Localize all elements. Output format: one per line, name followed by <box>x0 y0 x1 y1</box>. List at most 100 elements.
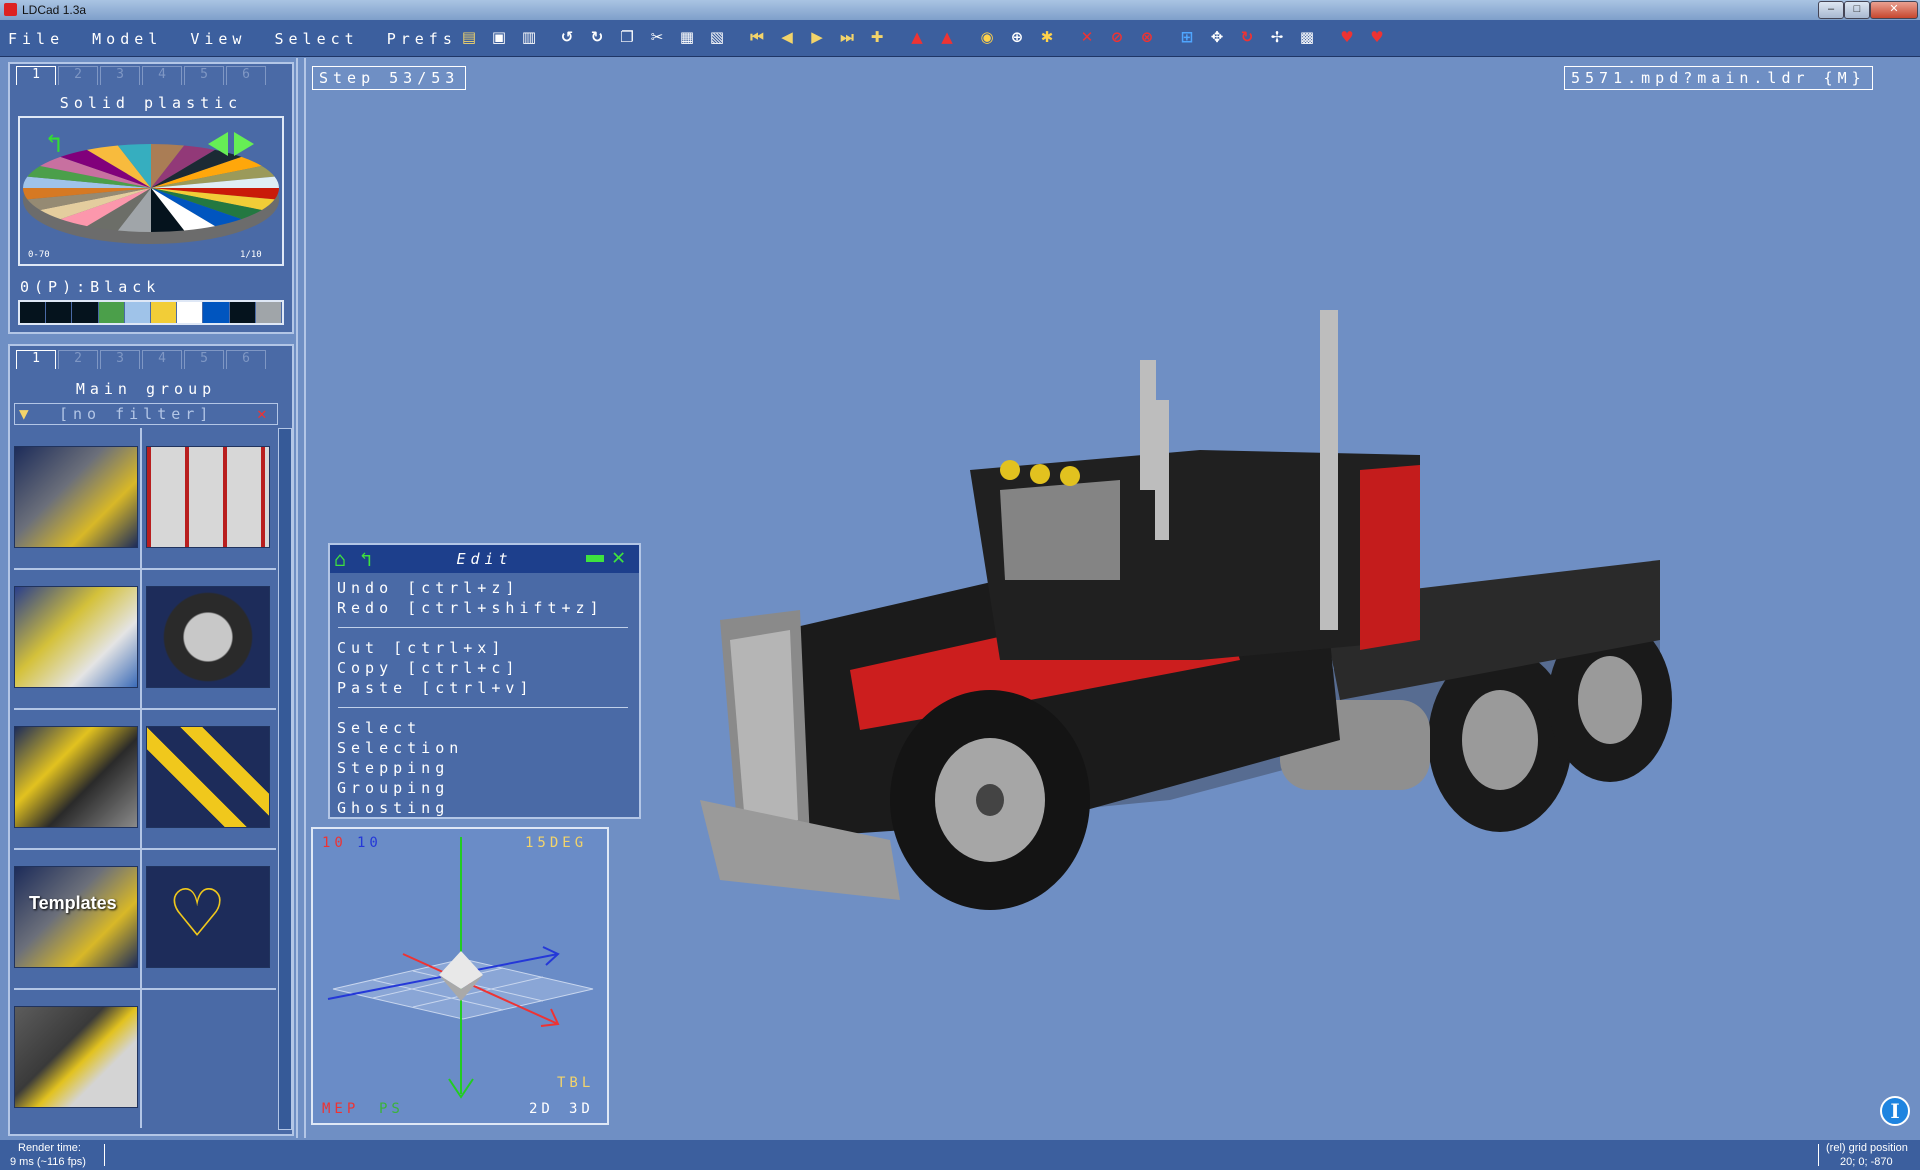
part-category-favorites[interactable]: ♡ <box>146 866 270 968</box>
grid-snap-icon[interactable]: ✱ <box>1036 26 1058 48</box>
parts-tab-6[interactable]: 6 <box>226 350 266 369</box>
menu-file[interactable]: File <box>8 30 64 48</box>
menu-item-selection[interactable]: Selection <box>337 739 463 757</box>
color-tab-2[interactable]: 2 <box>58 66 98 85</box>
color-swatch[interactable] <box>124 302 150 323</box>
color-wheel[interactable]: ↰ <box>20 118 282 264</box>
part-category-templates[interactable]: Templates <box>14 866 138 968</box>
part-category-minifig[interactable] <box>146 586 270 688</box>
part-category-technic[interactable] <box>14 446 138 548</box>
add-part-icon[interactable]: ⊕ <box>1006 26 1028 48</box>
filter-icon[interactable]: ▼ <box>19 404 29 423</box>
menu-select[interactable]: Select <box>275 30 359 48</box>
menu-model[interactable]: Model <box>92 30 162 48</box>
save-file-icon[interactable]: ▣ <box>488 26 510 48</box>
menu-item-paste[interactable]: Paste [ctrl+v] <box>337 679 533 697</box>
previous-step-icon[interactable]: ◀ <box>776 26 798 48</box>
close-menu-icon[interactable]: ✕ <box>612 545 625 570</box>
menu-item-cut[interactable]: Cut [ctrl+x] <box>337 639 505 657</box>
view-3d-toggle[interactable]: 3D <box>569 1101 594 1117</box>
cut-icon[interactable]: ✂ <box>646 26 668 48</box>
color-swatch[interactable] <box>46 302 72 323</box>
color-swatch[interactable] <box>177 302 203 323</box>
first-step-icon[interactable]: ⏮ <box>746 26 768 48</box>
last-step-icon[interactable]: ⏭ <box>836 26 858 48</box>
color-tab-1[interactable]: 1 <box>16 66 56 85</box>
menu-item-stepping[interactable]: Stepping <box>337 759 449 777</box>
parts-tab-3[interactable]: 3 <box>100 350 140 369</box>
color-tab-6[interactable]: 6 <box>226 66 266 85</box>
part-category-vehicles[interactable] <box>14 726 138 828</box>
rotate-icon[interactable]: ↻ <box>1236 26 1258 48</box>
redo-icon[interactable]: ↻ <box>586 26 608 48</box>
next-step-icon[interactable]: ▶ <box>806 26 828 48</box>
clear-icon[interactable]: ⊗ <box>1136 26 1158 48</box>
minimize-menu-icon[interactable] <box>586 555 604 562</box>
parts-tab-1[interactable]: 1 <box>16 350 56 369</box>
part-category-containers[interactable] <box>146 446 270 548</box>
grid-icon[interactable]: ▩ <box>1296 26 1318 48</box>
maximize-button[interactable]: □ <box>1844 1 1870 19</box>
color-swatch[interactable] <box>255 302 281 323</box>
color-tab-3[interactable]: 3 <box>100 66 140 85</box>
color-tab-5[interactable]: 5 <box>184 66 224 85</box>
clear-filter-icon[interactable]: ✕ <box>257 404 267 423</box>
part-category-sets[interactable] <box>14 586 138 688</box>
status-separator <box>104 1144 105 1166</box>
back-arrow-icon[interactable]: ↰ <box>46 129 62 159</box>
paste-icon[interactable]: ▦ <box>676 26 698 48</box>
add-step-icon[interactable]: ✚ <box>866 26 888 48</box>
parts-filter-bar[interactable]: ▼ [no filter] ✕ <box>14 403 278 425</box>
truck-model-render[interactable] <box>700 280 1680 1000</box>
part-category-plates[interactable] <box>14 1006 138 1108</box>
next-page-icon[interactable] <box>234 132 254 156</box>
undo-icon[interactable]: ↺ <box>556 26 578 48</box>
mode-a-label[interactable]: MEP <box>322 1101 359 1117</box>
copy-icon[interactable]: ❐ <box>616 26 638 48</box>
color-picker-icon[interactable]: ◉ <box>976 26 998 48</box>
delete-icon[interactable]: ✕ <box>1076 26 1098 48</box>
menu-item-undo[interactable]: Undo [ctrl+z] <box>337 579 519 597</box>
menu-item-ghosting[interactable]: Ghosting <box>337 799 449 817</box>
ghost-edit-icon[interactable]: ▲ <box>936 26 958 48</box>
color-swatch[interactable] <box>229 302 255 323</box>
color-swatch[interactable] <box>20 302 46 323</box>
parts-scrollbar[interactable] <box>278 428 292 1130</box>
mode-b-label[interactable]: PS <box>379 1101 404 1117</box>
favorite-add-icon[interactable]: ♥ <box>1366 26 1388 48</box>
open-file-icon[interactable]: ▤ <box>458 26 480 48</box>
color-swatch[interactable] <box>203 302 229 323</box>
close-button[interactable]: ✕ <box>1870 1 1918 19</box>
axis-gizmo-panel[interactable]: 10 10 15DEG TBL MEP PS 2D 3D <box>311 827 609 1125</box>
color-tab-4[interactable]: 4 <box>142 66 182 85</box>
info-icon[interactable]: I <box>1880 1096 1910 1126</box>
ghost-toggle-icon[interactable]: ▲ <box>906 26 928 48</box>
menu-item-redo[interactable]: Redo [ctrl+shift+z] <box>337 599 604 617</box>
delete-selection-icon[interactable]: ⊘ <box>1106 26 1128 48</box>
menu-prefs[interactable]: Prefs <box>387 30 457 48</box>
save-all-icon[interactable]: ▥ <box>518 26 540 48</box>
move-icon[interactable]: ✥ <box>1206 26 1228 48</box>
pan-icon[interactable]: ✢ <box>1266 26 1288 48</box>
filter-text[interactable]: [no filter] <box>59 405 213 423</box>
color-swatch[interactable] <box>72 302 98 323</box>
menu-item-copy[interactable]: Copy [ctrl+c] <box>337 659 519 677</box>
parts-tab-5[interactable]: 5 <box>184 350 224 369</box>
menu-view[interactable]: View <box>190 30 246 48</box>
color-wheel-box[interactable]: ↰ 0-70 1/10 <box>18 116 284 266</box>
color-swatch[interactable] <box>98 302 124 323</box>
minimize-button[interactable]: – <box>1818 1 1844 19</box>
favorite-icon[interactable]: ♥ <box>1336 26 1358 48</box>
view-2d-toggle[interactable]: 2D <box>529 1101 554 1117</box>
parts-tab-4[interactable]: 4 <box>142 350 182 369</box>
paste-special-icon[interactable]: ▧ <box>706 26 728 48</box>
menu-item-grouping[interactable]: Grouping <box>337 779 449 797</box>
part-category-beams[interactable] <box>146 726 270 828</box>
menu-item-select[interactable]: Select <box>337 719 421 737</box>
step-indicator[interactable]: Step 53/53 <box>312 66 467 90</box>
rotate-reference-icon[interactable]: ⊞ <box>1176 26 1198 48</box>
orientation-label[interactable]: TBL <box>557 1075 594 1091</box>
color-swatch[interactable] <box>151 302 177 323</box>
model-file-indicator[interactable]: 5571.mpd?main.ldr {M} <box>1564 66 1873 90</box>
parts-tab-2[interactable]: 2 <box>58 350 98 369</box>
